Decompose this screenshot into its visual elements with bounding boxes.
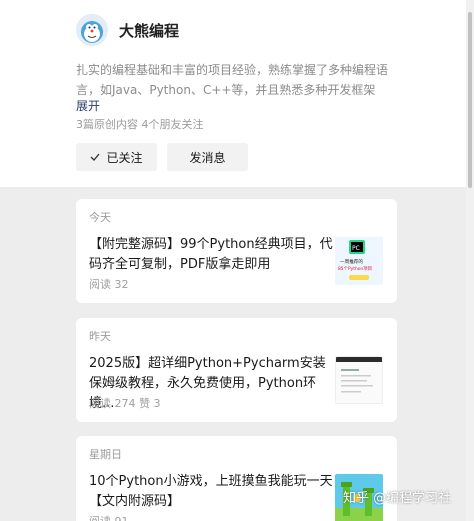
send-message-button[interactable]: 发消息 <box>167 143 248 171</box>
svg-text:PC: PC <box>352 245 360 252</box>
account-name: 大熊编程 <box>119 22 180 40</box>
scrollbar-thumb[interactable] <box>468 12 472 188</box>
account-description: 扎实的编程基础和丰富的项目经验，熟练掌握了多种编程语言，如Java、Python… <box>76 63 389 97</box>
article-date: 今天 <box>89 211 111 224</box>
svg-text:一周推荐的: 一周推荐的 <box>340 258 363 265</box>
article-meta: 阅读 274 赞 3 <box>89 397 161 410</box>
send-message-label: 发消息 <box>189 150 226 165</box>
check-icon <box>91 153 100 161</box>
profile-header: 大熊编程 扎实的编程基础和丰富的项目经验，熟练掌握了多种编程语言，如Java、P… <box>0 0 474 187</box>
article-card[interactable]: 星期日 10个Python小游戏，上班摸鱼我能玩一天【文内附源码】 阅读 91 <box>76 436 397 521</box>
article-thumbnail[interactable]: PC 一周推荐的 85个Python项目 <box>335 237 383 285</box>
article-date: 星期日 <box>89 448 122 461</box>
account-stats: 3篇原创内容 4个朋友关注 <box>76 118 204 131</box>
avatar[interactable] <box>76 14 108 46</box>
article-card[interactable]: 今天 【附完整源码】99个Python经典项目，代码齐全可复制，PDF版拿走即用… <box>76 199 397 303</box>
article-date: 昨天 <box>89 330 111 343</box>
expand-link[interactable]: 展开 <box>76 97 100 114</box>
followed-button[interactable]: 已关注 <box>76 143 157 171</box>
article-title[interactable]: 【附完整源码】99个Python经典项目，代码齐全可复制，PDF版拿走即用 <box>89 235 334 275</box>
svg-text:85个Python项目: 85个Python项目 <box>338 266 372 272</box>
article-meta: 阅读 32 <box>89 278 129 291</box>
article-meta: 阅读 91 <box>89 513 129 521</box>
watermark: 知乎 @编程学习社 <box>343 491 452 506</box>
scrollbar[interactable] <box>466 0 474 521</box>
followed-label: 已关注 <box>106 150 143 165</box>
article-card[interactable]: 昨天 2025版】超详细Python+Pycharm安装保姆级教程，永久免费使用… <box>76 318 397 422</box>
article-thumbnail[interactable] <box>335 356 383 404</box>
article-title[interactable]: 10个Python小游戏，上班摸鱼我能玩一天【文内附源码】 <box>89 472 334 512</box>
